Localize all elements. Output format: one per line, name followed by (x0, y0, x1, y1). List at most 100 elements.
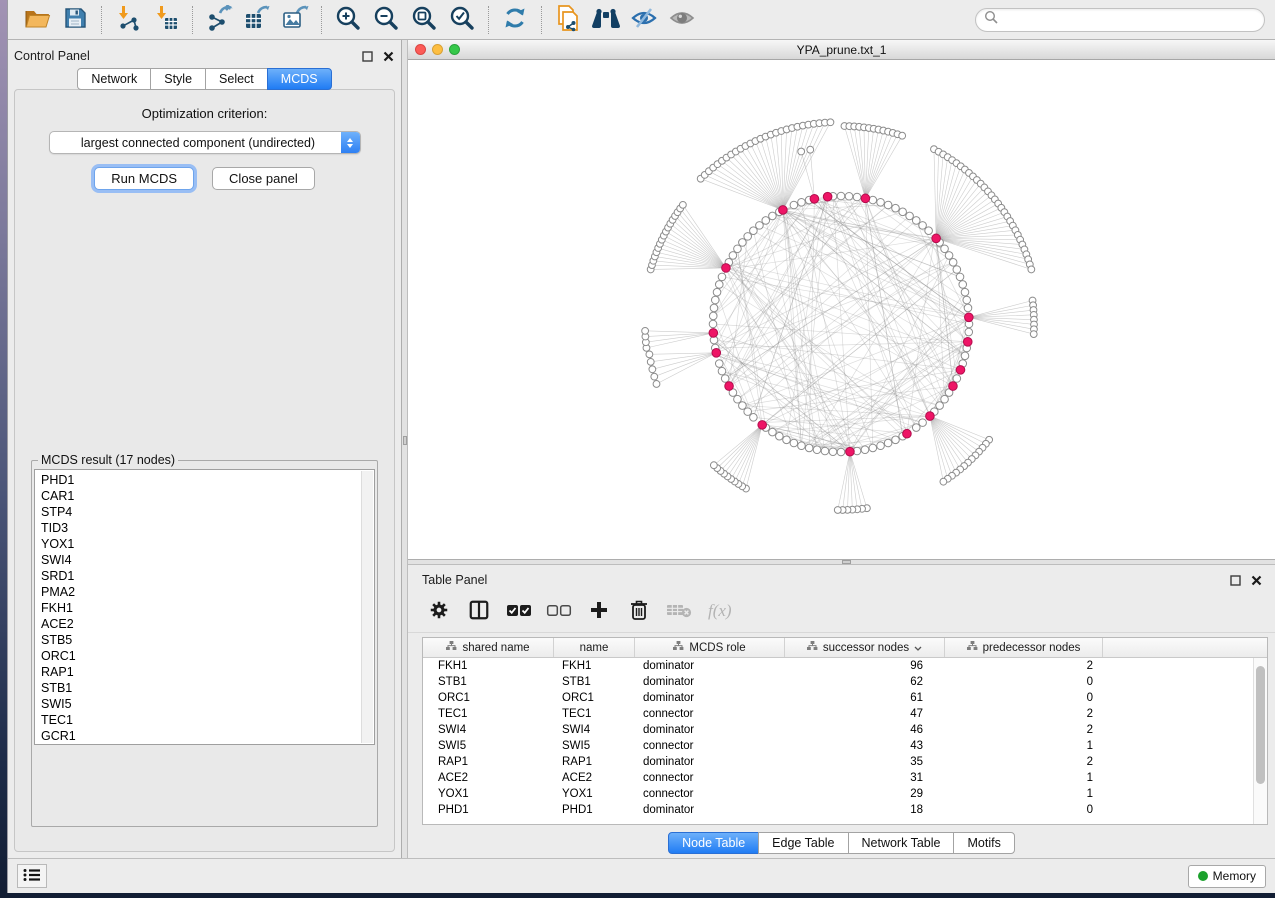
table-scrollbar[interactable] (1253, 658, 1267, 824)
memory-button[interactable]: Memory (1188, 865, 1266, 888)
sort-chevron-icon (914, 642, 922, 654)
import-table-button[interactable] (147, 3, 185, 37)
table-row[interactable]: TEC1TEC1connector472 (423, 706, 1253, 722)
search-network-button[interactable] (587, 3, 625, 37)
table-settings-button[interactable] (422, 596, 456, 628)
mcds-result-item[interactable]: STB1 (41, 680, 374, 696)
mcds-tab-content: Optimization criterion: largest connecte… (14, 89, 395, 852)
tab-select[interactable]: Select (205, 68, 268, 90)
column-header-shared-name[interactable]: shared name (423, 638, 554, 657)
zoom-selected-button[interactable] (443, 3, 481, 37)
mcds-result-item[interactable]: SWI5 (41, 696, 374, 712)
float-panel-icon[interactable] (1229, 574, 1242, 587)
export-table-button[interactable] (238, 3, 276, 37)
attribute-icon (446, 641, 457, 654)
table-row[interactable]: YOX1YOX1connector291 (423, 786, 1253, 802)
table-splitter[interactable] (408, 559, 1275, 565)
function-builder-button[interactable]: f(x) (702, 596, 746, 628)
mcds-result-item[interactable]: ACE2 (41, 616, 374, 632)
column-label: predecessor nodes (983, 642, 1081, 654)
delete-rows-button[interactable] (622, 596, 656, 628)
clone-network-button[interactable] (549, 3, 587, 37)
network-canvas[interactable] (408, 60, 1275, 559)
clear-table-button[interactable] (662, 596, 696, 628)
network-search-field[interactable] (975, 8, 1265, 32)
task-history-button[interactable] (17, 864, 47, 888)
tab-node-table[interactable]: Node Table (668, 832, 759, 854)
mcds-result-item[interactable]: STB5 (41, 632, 374, 648)
tab-mcds[interactable]: MCDS (267, 68, 332, 90)
memory-label: Memory (1213, 869, 1256, 883)
gear-icon (428, 599, 450, 624)
mcds-result-item[interactable]: RAP1 (41, 664, 374, 680)
table-row[interactable]: PHD1PHD1dominator180 (423, 802, 1253, 818)
float-panel-icon[interactable] (361, 50, 374, 63)
tab-motifs[interactable]: Motifs (953, 832, 1014, 854)
tab-network-table[interactable]: Network Table (848, 832, 955, 854)
show-all-button[interactable] (663, 3, 701, 37)
mcds-result-item[interactable]: STP4 (41, 504, 374, 520)
table-cell: 43 (785, 738, 945, 754)
zoom-in-button[interactable] (329, 3, 367, 37)
mcds-result-item[interactable]: CAR1 (41, 488, 374, 504)
mcds-result-item[interactable]: PMA2 (41, 584, 374, 600)
open-file-button[interactable] (18, 3, 56, 37)
zoom-out-icon (373, 5, 399, 34)
show-columns-button[interactable] (462, 596, 496, 628)
table-cell: RAP1 (554, 754, 635, 770)
eye-icon (668, 7, 696, 32)
add-row-button[interactable] (582, 596, 616, 628)
run-mcds-button[interactable]: Run MCDS (94, 167, 194, 190)
table-cell: 18 (785, 802, 945, 818)
column-header-name[interactable]: name (554, 638, 635, 657)
mcds-result-item[interactable]: PHD1 (41, 472, 374, 488)
close-panel-button[interactable]: Close panel (212, 167, 315, 190)
table-row[interactable]: ACE2ACE2connector311 (423, 770, 1253, 786)
tab-style[interactable]: Style (150, 68, 206, 90)
table-row[interactable]: SWI4SWI4dominator462 (423, 722, 1253, 738)
tab-edge-table[interactable]: Edge Table (758, 832, 848, 854)
mcds-result-item[interactable]: YOX1 (41, 536, 374, 552)
zoom-fit-button[interactable] (405, 3, 443, 37)
select-all-button[interactable] (502, 596, 536, 628)
close-panel-icon[interactable] (382, 50, 395, 63)
table-row[interactable]: FKH1FKH1dominator962 (423, 658, 1253, 674)
tab-network[interactable]: Network (77, 68, 151, 90)
table-row[interactable]: RAP1RAP1dominator352 (423, 754, 1253, 770)
column-header-successor-nodes[interactable]: successor nodes (785, 638, 945, 657)
column-header-predecessor-nodes[interactable]: predecessor nodes (945, 638, 1103, 657)
mcds-result-item[interactable]: FKH1 (41, 600, 374, 616)
mcds-result-item[interactable]: SRD1 (41, 568, 374, 584)
network-graph[interactable] (408, 60, 1275, 559)
mcds-result-item[interactable]: TID3 (41, 520, 374, 536)
mcds-list-scrollbar[interactable] (361, 471, 373, 743)
save-session-button[interactable] (56, 3, 94, 37)
table-cell: connector (635, 770, 785, 786)
mcds-result-item[interactable]: TEC1 (41, 712, 374, 728)
search-input[interactable] (998, 13, 1256, 27)
panel-splitter[interactable] (401, 40, 408, 858)
mcds-result-item[interactable]: SWI4 (41, 552, 374, 568)
scrollbar-thumb[interactable] (1256, 666, 1265, 784)
control-panel: Control Panel NetworkStyleSelectMCDS Opt… (8, 40, 401, 858)
mcds-result-item[interactable]: ORC1 (41, 648, 374, 664)
export-network-button[interactable] (200, 3, 238, 37)
refresh-view-button[interactable] (496, 3, 534, 37)
table-row[interactable]: ORC1ORC1dominator610 (423, 690, 1253, 706)
table-row[interactable]: SWI5SWI5connector431 (423, 738, 1253, 754)
status-bar: Memory (8, 858, 1275, 893)
table-cell: TEC1 (423, 706, 554, 722)
table-row[interactable]: STB1STB1dominator620 (423, 674, 1253, 690)
column-header-MCDS-role[interactable]: MCDS role (635, 638, 785, 657)
export-image-button[interactable] (276, 3, 314, 37)
hide-selected-button[interactable] (625, 3, 663, 37)
deselect-all-button[interactable] (542, 596, 576, 628)
table-cell: STB1 (554, 674, 635, 690)
optimization-criterion-select[interactable]: largest connected component (undirected) (49, 131, 361, 154)
table-cell: connector (635, 786, 785, 802)
import-network-button[interactable] (109, 3, 147, 37)
close-panel-icon[interactable] (1250, 574, 1263, 587)
zoom-out-button[interactable] (367, 3, 405, 37)
mcds-result-item[interactable]: GCR1 (41, 728, 374, 744)
mcds-result-list[interactable]: PHD1CAR1STP4TID3YOX1SWI4SRD1PMA2FKH1ACE2… (34, 469, 375, 745)
